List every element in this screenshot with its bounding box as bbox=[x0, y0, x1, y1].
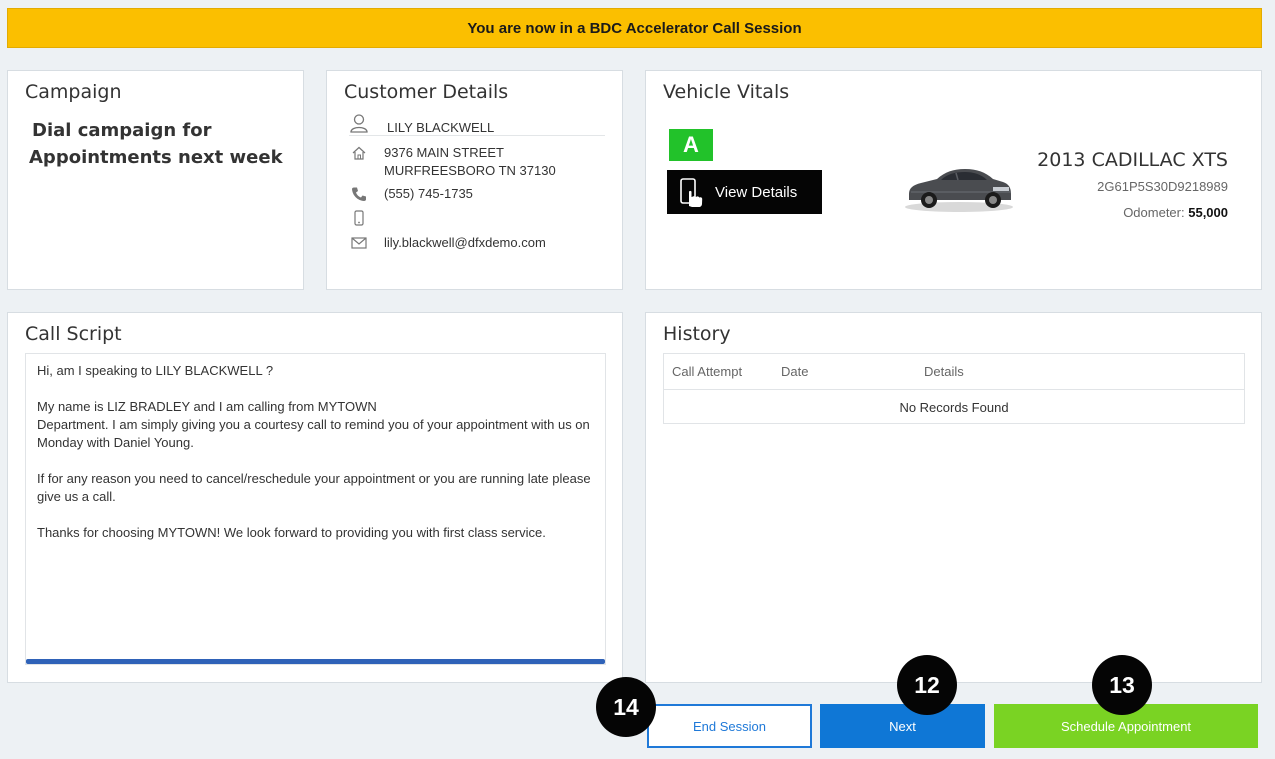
vehicle-odometer: Odometer: 55,000 bbox=[1123, 205, 1228, 220]
odometer-value: 55,000 bbox=[1188, 205, 1228, 220]
view-details-button[interactable]: View Details bbox=[667, 170, 822, 214]
mobile-icon bbox=[349, 208, 369, 228]
address-line-2: MURFREESBORO TN 37130 bbox=[384, 163, 556, 178]
vehicle-name: 2013 CADILLAC XTS bbox=[1037, 149, 1228, 171]
view-details-label: View Details bbox=[715, 183, 798, 201]
customer-name-row: LILY BLACKWELL bbox=[349, 113, 494, 135]
name-divider bbox=[349, 135, 605, 136]
customer-mobile-row bbox=[349, 208, 369, 228]
end-session-button[interactable]: End Session bbox=[647, 704, 812, 748]
script-paragraph-greeting: Hi, am I speaking to LILY BLACKWELL ? bbox=[37, 363, 274, 378]
vehicle-vitals-card: Vehicle Vitals A View Details 2013 CADIL… bbox=[645, 70, 1262, 290]
email-icon bbox=[349, 233, 369, 253]
script-customer-name: LILY BLACKWELL bbox=[155, 363, 263, 378]
script-paragraph-thanks: Thanks for choosing MYTOWN! We look forw… bbox=[37, 525, 546, 540]
vehicle-vitals-title: Vehicle Vitals bbox=[663, 81, 790, 103]
history-table-header: Call Attempt Date Details bbox=[664, 354, 1244, 390]
campaign-description: Dial campaign for Appointments next week bbox=[29, 117, 289, 171]
history-card: History Call Attempt Date Details No Rec… bbox=[645, 312, 1262, 683]
vehicle-grade-badge: A bbox=[669, 129, 713, 161]
column-date[interactable]: Date bbox=[781, 364, 808, 379]
session-banner-text: You are now in a BDC Accelerator Call Se… bbox=[467, 19, 802, 37]
call-script-title: Call Script bbox=[25, 323, 122, 345]
step-badge-schedule: 13 bbox=[1092, 655, 1152, 715]
home-icon bbox=[349, 143, 369, 163]
customer-details-card: Customer Details LILY BLACKWELL 9376 MAI… bbox=[326, 70, 623, 290]
odometer-label: Odometer: bbox=[1123, 205, 1185, 220]
phone-icon bbox=[349, 184, 369, 204]
call-script-card: Call Script Hi, am I speaking to LILY BL… bbox=[7, 312, 623, 683]
customer-phone-row: (555) 745-1735 bbox=[349, 184, 473, 204]
car-image bbox=[901, 156, 1016, 216]
touch-phone-icon bbox=[667, 170, 715, 214]
customer-address-row: 9376 MAIN STREET MURFREESBORO TN 37130 bbox=[349, 143, 556, 178]
campaign-line-2: Appointments next week bbox=[29, 147, 283, 168]
history-table: Call Attempt Date Details No Records Fou… bbox=[663, 353, 1245, 424]
script-scrollbar[interactable] bbox=[26, 659, 605, 664]
script-paragraph-intro: My name is LIZ BRADLEY and I am calling … bbox=[37, 399, 590, 450]
script-paragraph-cancel: If for any reason you need to cancel/res… bbox=[37, 471, 591, 504]
campaign-line-1: Dial campaign for bbox=[32, 120, 212, 141]
campaign-title: Campaign bbox=[25, 81, 122, 103]
column-call-attempt[interactable]: Call Attempt bbox=[672, 364, 742, 379]
history-title: History bbox=[663, 323, 731, 345]
history-empty-message: No Records Found bbox=[899, 399, 1009, 415]
address-line-1: 9376 MAIN STREET bbox=[384, 145, 504, 160]
step-badge-end-session: 14 bbox=[596, 677, 656, 737]
customer-email-row: lily.blackwell@dfxdemo.com bbox=[349, 233, 546, 253]
user-icon bbox=[349, 113, 369, 133]
call-script-text[interactable]: Hi, am I speaking to LILY BLACKWELL ? My… bbox=[25, 353, 606, 665]
column-details[interactable]: Details bbox=[924, 364, 964, 379]
step-badge-next: 12 bbox=[897, 655, 957, 715]
campaign-card: Campaign Dial campaign for Appointments … bbox=[7, 70, 304, 290]
customer-email[interactable]: lily.blackwell@dfxdemo.com bbox=[384, 234, 546, 252]
customer-phone: (555) 745-1735 bbox=[384, 186, 473, 201]
next-button[interactable]: Next bbox=[820, 704, 985, 748]
session-banner: You are now in a BDC Accelerator Call Se… bbox=[7, 8, 1262, 48]
customer-details-title: Customer Details bbox=[344, 81, 509, 103]
vehicle-vin: 2G61P5S30D9218989 bbox=[1097, 179, 1228, 194]
